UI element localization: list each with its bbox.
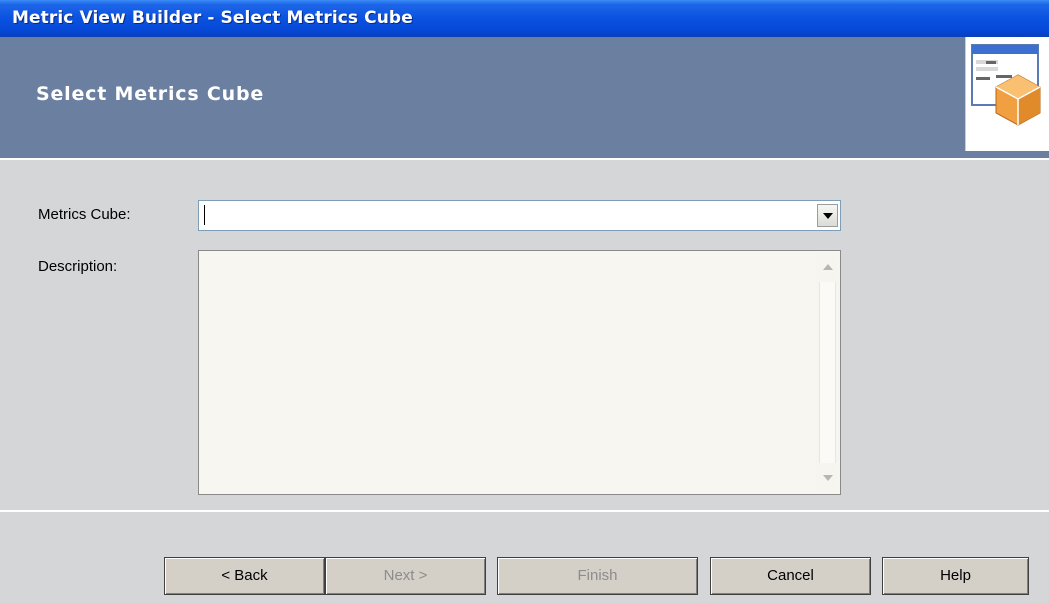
scroll-up-button[interactable]	[816, 252, 839, 282]
finish-button[interactable]: Finish	[497, 557, 698, 595]
description-label: Description:	[38, 258, 118, 275]
text-cursor	[204, 205, 205, 225]
back-button[interactable]: < Back	[164, 557, 325, 595]
scroll-down-button[interactable]	[816, 463, 839, 493]
chevron-down-icon	[822, 212, 833, 219]
wizard-header: Select Metrics Cube	[0, 37, 1049, 158]
dropdown-arrow-button[interactable]	[817, 204, 838, 227]
cube-window-icon	[965, 37, 1049, 151]
next-button[interactable]: Next >	[325, 557, 486, 595]
description-textarea[interactable]	[198, 250, 841, 495]
arrow-down-icon	[822, 475, 833, 481]
vertical-scrollbar[interactable]	[816, 252, 839, 493]
window-title: Metric View Builder - Select Metrics Cub…	[0, 0, 1049, 37]
metrics-cube-label: Metrics Cube:	[38, 206, 131, 223]
cancel-button[interactable]: Cancel	[710, 557, 871, 595]
metrics-cube-dropdown[interactable]	[198, 200, 841, 231]
help-button[interactable]: Help	[882, 557, 1029, 595]
scroll-track[interactable]	[819, 282, 836, 463]
arrow-up-icon	[822, 264, 833, 270]
page-title: Select Metrics Cube	[36, 83, 265, 105]
